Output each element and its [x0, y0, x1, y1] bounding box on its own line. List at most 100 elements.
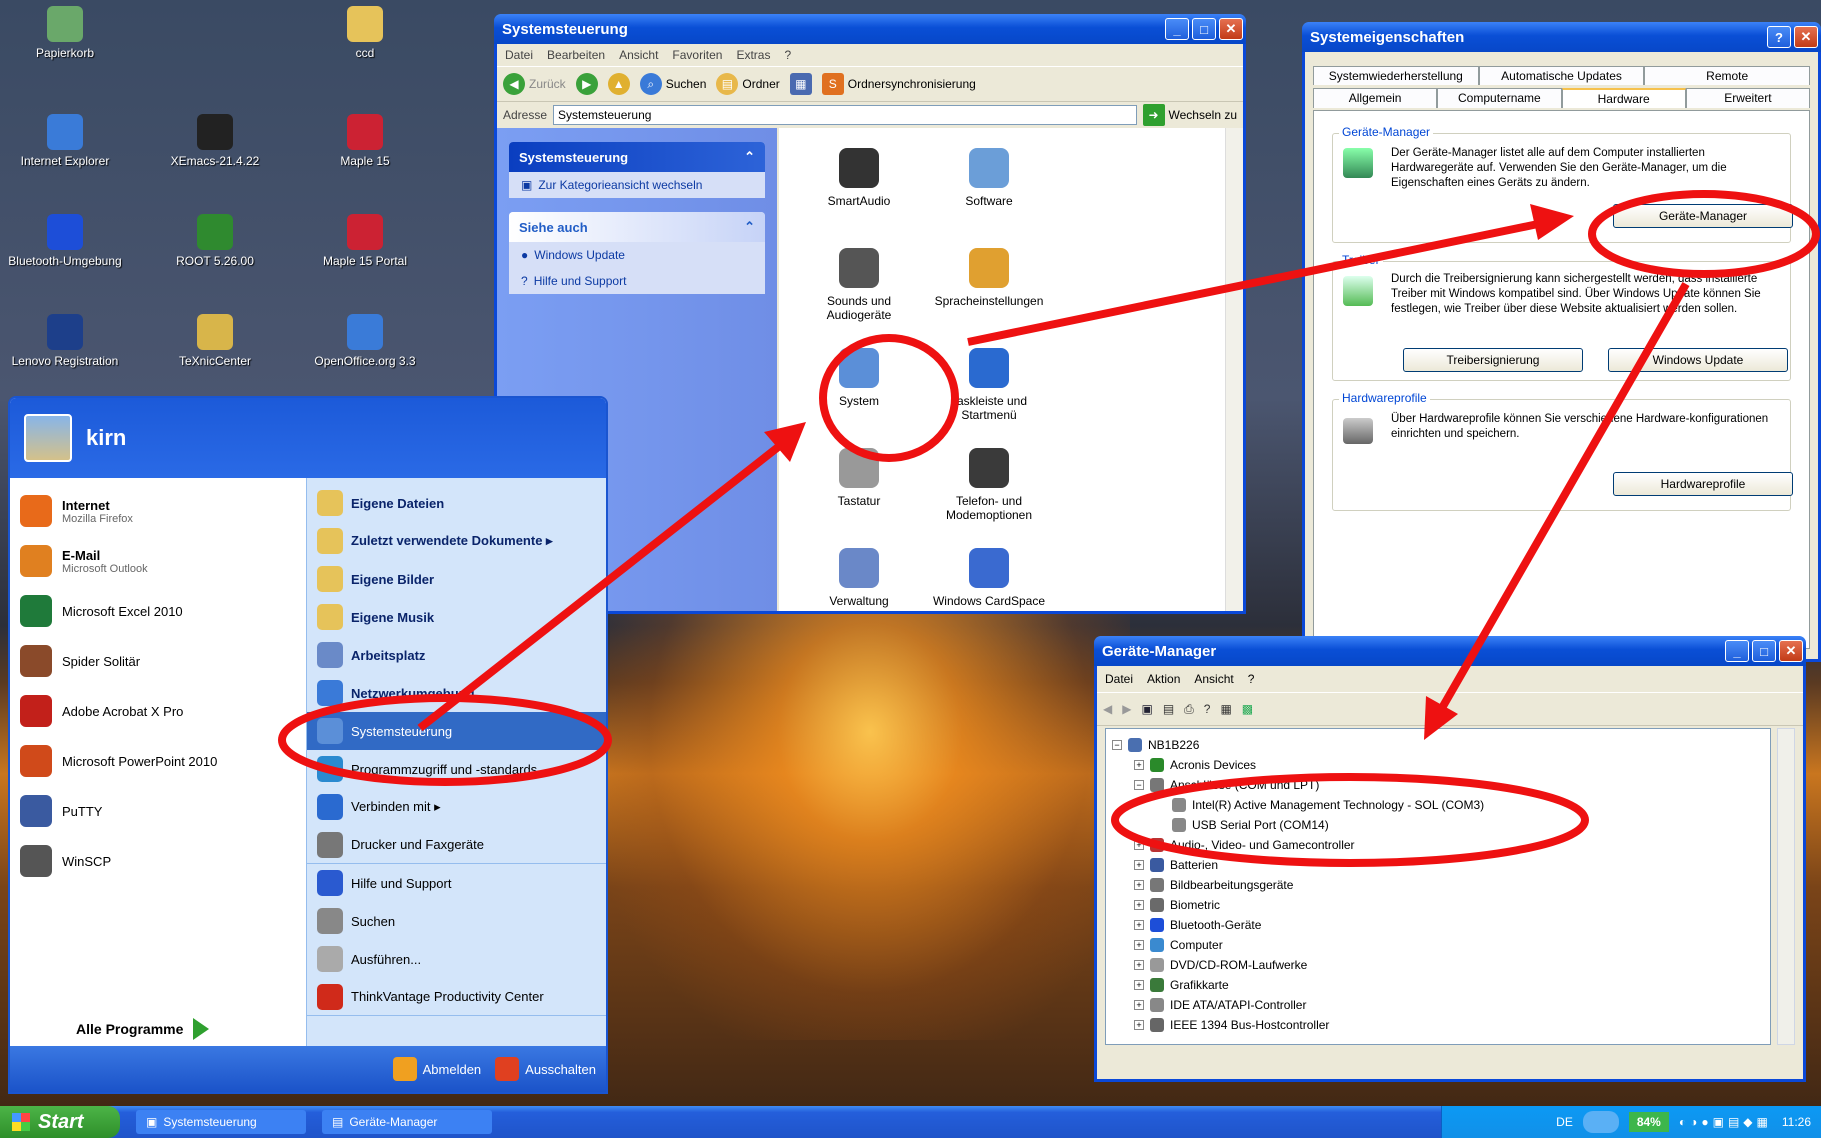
- search-button[interactable]: ⌕ Suchen: [639, 73, 706, 95]
- desktop-icon-7[interactable]: Maple 15 Portal: [300, 214, 430, 268]
- tree-node-4[interactable]: + Audio-, Video- und Gamecontroller: [1112, 835, 1764, 855]
- control-panel-item-4[interactable]: System: [799, 348, 919, 408]
- pinned-program-2[interactable]: Microsoft Excel 2010: [10, 586, 306, 636]
- pinned-program-7[interactable]: WinSCP: [10, 836, 306, 886]
- pinned-program-0[interactable]: Internet Mozilla Firefox: [10, 486, 306, 536]
- expand-toggle[interactable]: +: [1134, 760, 1144, 770]
- place-item-13[interactable]: ThinkVantage Productivity Center: [307, 978, 606, 1016]
- tree-node-9[interactable]: + Computer: [1112, 935, 1764, 955]
- expand-toggle[interactable]: +: [1134, 1020, 1144, 1030]
- place-item-1[interactable]: Zuletzt verwendete Dokumente ▸: [307, 522, 606, 560]
- expand-toggle[interactable]: +: [1134, 860, 1144, 870]
- expand-toggle[interactable]: +: [1134, 880, 1144, 890]
- desktop-icon-10[interactable]: OpenOffice.org 3.3: [300, 314, 430, 368]
- tab-tabs_row1-0[interactable]: Systemwiederherstellung: [1313, 66, 1479, 85]
- menu-item-4[interactable]: Extras: [736, 48, 770, 62]
- control-panel-item-7[interactable]: Telefon- und Modemoptionen: [929, 448, 1049, 522]
- tab-tabs_row2-0[interactable]: Allgemein: [1313, 88, 1438, 108]
- tab-tabs_row2-1[interactable]: Computername: [1437, 88, 1562, 108]
- tree-node-5[interactable]: + Batterien: [1112, 855, 1764, 875]
- desktop-icon-2[interactable]: Internet Explorer: [0, 114, 130, 168]
- task-geraete-manager[interactable]: ▤ Geräte-Manager: [322, 1110, 492, 1134]
- place-item-11[interactable]: Suchen: [307, 902, 606, 940]
- hardware-profiles-button[interactable]: Hardwareprofile: [1613, 472, 1793, 496]
- tree-node-12[interactable]: + IDE ATA/ATAPI-Controller: [1112, 995, 1764, 1015]
- pinned-program-4[interactable]: Adobe Acrobat X Pro: [10, 686, 306, 736]
- console-tree-icon[interactable]: ▣: [1141, 702, 1152, 716]
- control-panel-item-9[interactable]: Windows CardSpace: [929, 548, 1049, 608]
- menu-item-1[interactable]: Bearbeiten: [547, 48, 605, 62]
- place-item-7[interactable]: Programmzugriff und -standards: [307, 750, 606, 788]
- desktop-icon-3[interactable]: XEmacs-21.4.22: [150, 114, 280, 168]
- switch-category-link[interactable]: ▣ Zur Kategorieansicht wechseln: [509, 172, 765, 198]
- place-item-5[interactable]: Netzwerkumgebung: [307, 674, 606, 712]
- tab-tabs_row2-3[interactable]: Erweitert: [1685, 88, 1810, 108]
- back-arrow-icon[interactable]: ◀: [1103, 702, 1112, 716]
- desktop-icon-6[interactable]: ROOT 5.26.00: [150, 214, 280, 268]
- pinned-program-6[interactable]: PuTTY: [10, 786, 306, 836]
- tree-node-6[interactable]: + Bildbearbeitungsgeräte: [1112, 875, 1764, 895]
- close-button[interactable]: ✕: [1794, 26, 1818, 48]
- task-systemsteuerung[interactable]: ▣ Systemsteuerung: [136, 1110, 306, 1134]
- tree-node-13[interactable]: + IEEE 1394 Bus-Hostcontroller: [1112, 1015, 1764, 1035]
- expand-toggle[interactable]: +: [1134, 940, 1144, 950]
- place-item-9[interactable]: Drucker und Faxgeräte: [307, 826, 606, 864]
- control-panel-titlebar[interactable]: Systemsteuerung _ □ ✕: [494, 14, 1246, 44]
- windows-update-link[interactable]: ● Windows Update: [509, 242, 765, 268]
- tree-node-1[interactable]: − Anschlüsse (COM und LPT): [1112, 775, 1764, 795]
- all-programs-button[interactable]: Alle Programme: [76, 1018, 210, 1040]
- views-button[interactable]: ▦: [789, 73, 812, 95]
- system-properties-window[interactable]: Systemeigenschaften ? ✕ Systemwiederhers…: [1302, 22, 1821, 662]
- tree-node-10[interactable]: + DVD/CD-ROM-Laufwerke: [1112, 955, 1764, 975]
- menu-item-1[interactable]: Aktion: [1147, 672, 1180, 686]
- device-manager-titlebar[interactable]: Geräte-Manager _ □ ✕: [1094, 636, 1806, 666]
- desktop-icon-9[interactable]: TeXnicCenter: [150, 314, 280, 368]
- place-item-2[interactable]: Eigene Bilder: [307, 560, 606, 598]
- menu-item-3[interactable]: ?: [1248, 672, 1255, 686]
- place-item-6[interactable]: Systemsteuerung: [307, 712, 606, 750]
- place-item-4[interactable]: Arbeitsplatz: [307, 636, 606, 674]
- maximize-button[interactable]: □: [1192, 18, 1216, 40]
- expand-toggle[interactable]: −: [1134, 780, 1144, 790]
- properties-icon[interactable]: ▤: [1163, 702, 1174, 716]
- start-button[interactable]: Start: [0, 1106, 120, 1138]
- task-panel-header[interactable]: Siehe auch ⌃: [509, 212, 765, 242]
- scan-hardware-icon[interactable]: ▩: [1242, 702, 1253, 716]
- driver-signing-button[interactable]: Treibersignierung: [1403, 348, 1583, 372]
- tree-node-11[interactable]: + Grafikkarte: [1112, 975, 1764, 995]
- clock[interactable]: 11:26: [1782, 1115, 1811, 1129]
- minimize-button[interactable]: _: [1165, 18, 1189, 40]
- tray-icons[interactable]: ◐◑●▣▤◆▦: [1679, 1115, 1772, 1129]
- tree-node-7[interactable]: + Biometric: [1112, 895, 1764, 915]
- logoff-button[interactable]: Abmelden: [392, 1057, 481, 1081]
- sync-button[interactable]: S Ordnersynchronisierung: [821, 73, 976, 95]
- pinned-program-1[interactable]: E-Mail Microsoft Outlook: [10, 536, 306, 586]
- menu-item-2[interactable]: Ansicht: [619, 48, 658, 62]
- desktop-icon-1[interactable]: ccd: [300, 6, 430, 60]
- device-manager-window[interactable]: Geräte-Manager _ □ ✕ Datei Aktion Ansicht?…: [1094, 636, 1806, 1082]
- desktop-icon-0[interactable]: Papierkorb: [0, 6, 130, 60]
- desktop-icon-8[interactable]: Lenovo Registration: [0, 314, 130, 368]
- collapse-toggle[interactable]: −: [1112, 740, 1122, 750]
- view-icon[interactable]: ▦: [1220, 702, 1231, 716]
- tree-node-3[interactable]: USB Serial Port (COM14): [1112, 815, 1764, 835]
- place-item-0[interactable]: Eigene Dateien: [307, 484, 606, 522]
- print-icon[interactable]: ⎙: [1184, 702, 1194, 717]
- folders-button[interactable]: ▤ Ordner: [716, 73, 780, 95]
- address-input[interactable]: Systemsteuerung: [553, 105, 1137, 125]
- desktop-icon-5[interactable]: Bluetooth-Umgebung: [0, 214, 130, 268]
- menu-item-3[interactable]: Favoriten: [672, 48, 722, 62]
- control-panel-item-0[interactable]: SmartAudio: [799, 148, 919, 208]
- forward-arrow-icon[interactable]: ▶: [1122, 702, 1131, 716]
- battery-indicator[interactable]: 84%: [1628, 1112, 1669, 1132]
- place-item-10[interactable]: Hilfe und Support: [307, 864, 606, 902]
- maximize-button[interactable]: □: [1752, 640, 1776, 662]
- network-icon[interactable]: [1582, 1111, 1619, 1133]
- tree-node-2[interactable]: Intel(R) Active Management Technology - …: [1112, 795, 1764, 815]
- control-panel-item-1[interactable]: Software: [929, 148, 1049, 208]
- go-button[interactable]: ➜ Wechseln zu: [1142, 104, 1237, 126]
- tab-tabs_row1-2[interactable]: Remote: [1644, 66, 1811, 85]
- system-properties-titlebar[interactable]: Systemeigenschaften ? ✕: [1302, 22, 1821, 52]
- help-button[interactable]: ?: [1767, 26, 1791, 48]
- forward-button[interactable]: ▶: [575, 73, 598, 95]
